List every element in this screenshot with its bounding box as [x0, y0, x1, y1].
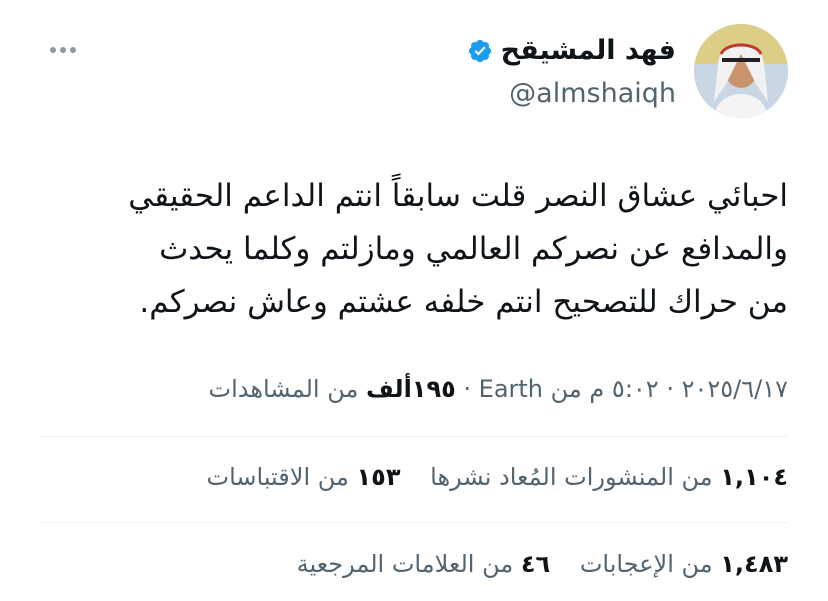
tweet-time[interactable]: ٥:٠٢ م: [589, 375, 658, 403]
meta-source-prefix: من: [543, 375, 582, 403]
likes-label: من الإعجابات: [579, 550, 713, 578]
bookmarks-count: ٤٦: [520, 550, 551, 578]
bookmarks-stat[interactable]: ٤٦ من العلامات المرجعية: [297, 550, 551, 578]
display-name-text: فهد المشيقح: [500, 35, 676, 66]
reposts-stat[interactable]: ١,١٠٤ من المنشورات المُعاد نشرها: [422, 463, 788, 491]
verified-badge-icon: [468, 39, 491, 63]
avatar[interactable]: [694, 24, 788, 118]
more-options-icon[interactable]: [46, 38, 76, 53]
divider: [40, 522, 788, 523]
avatar-image: [694, 24, 788, 118]
views-label: من المشاهدات: [208, 375, 359, 403]
quotes-count: ١٥٣: [356, 463, 401, 491]
stats-row-reposts: ١,١٠٤ من المنشورات المُعاد نشرها ١٥٣ من …: [40, 458, 788, 496]
bookmarks-label: من العلامات المرجعية: [296, 550, 514, 578]
tweet-date[interactable]: ٢٠٢٥/٦/١٧: [682, 375, 788, 403]
meta-separator: ·: [658, 375, 674, 403]
user-handle[interactable]: @almshaiqh: [467, 74, 676, 114]
tweet-meta: ٢٠٢٥/٦/١٧ · ٥:٠٢ م من Earth · ١٩٥ألف من …: [40, 370, 788, 408]
likes-count: ١,٤٨٣: [720, 550, 788, 578]
quotes-stat[interactable]: ١٥٣ من الاقتباسات: [206, 463, 400, 491]
display-name[interactable]: فهد المشيقح: [467, 32, 676, 70]
reposts-label: من المنشورات المُعاد نشرها: [430, 463, 713, 491]
quotes-label: من الاقتباسات: [206, 463, 349, 491]
views-count: ١٩٥ألف: [365, 375, 456, 403]
meta-separator: ·: [455, 375, 472, 403]
user-names: فهد المشيقح @almshaiqh: [467, 32, 676, 114]
stats-row-likes: ١,٤٨٣ من الإعجابات ٤٦ من العلامات المرجع…: [40, 545, 788, 583]
tweet-text: احبائي عشاق النصر قلت سابقاً انتم الداعم…: [128, 178, 788, 320]
reposts-count: ١,١٠٤: [720, 463, 788, 491]
tweet: فهد المشيقح @almshaiqh احبائي عشاق النصر…: [0, 0, 828, 601]
likes-stat[interactable]: ١,٤٨٣ من الإعجابات: [572, 550, 788, 578]
divider: [40, 436, 788, 437]
tweet-source: Earth: [478, 375, 544, 403]
tweet-header: فهد المشيقح @almshaiqh: [40, 24, 788, 120]
